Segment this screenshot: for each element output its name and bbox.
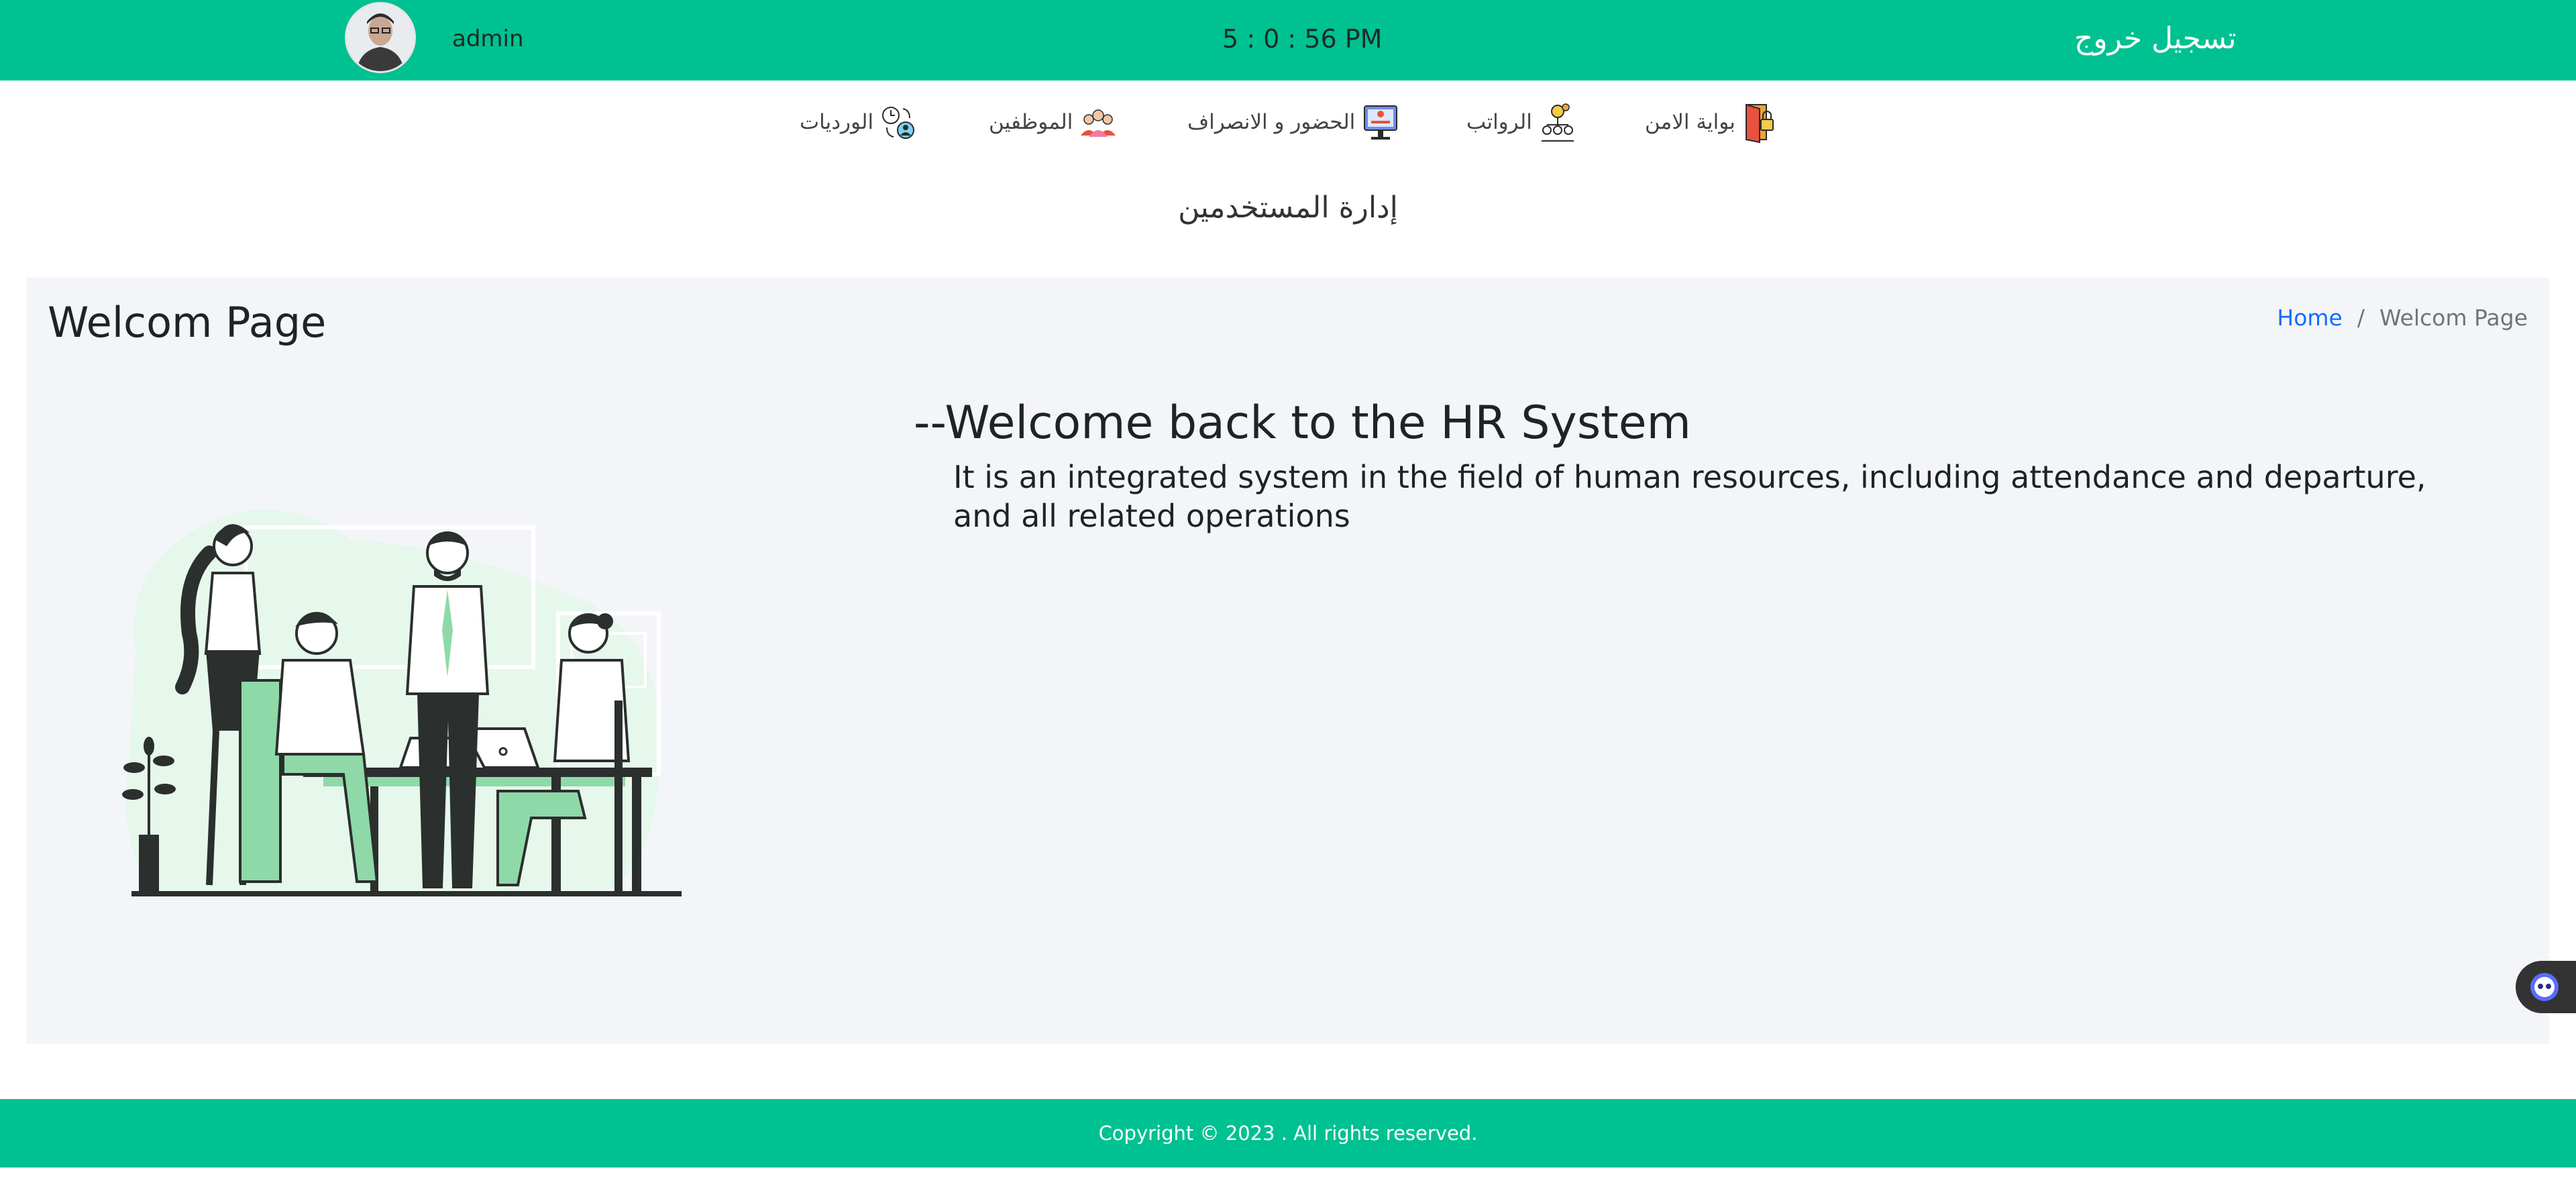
breadcrumb-separator: / <box>2357 305 2365 331</box>
employees-icon <box>1081 109 1116 137</box>
top-header: admin 5 : 0 : 56 PM تسجيل خروج <box>0 0 2576 81</box>
nav-item-shifts[interactable]: الورديات <box>800 99 918 145</box>
breadcrumb-home-link[interactable]: Home <box>2277 305 2342 331</box>
attendance-icon <box>1364 105 1398 140</box>
main-nav: بواية الامن الرواتب الحضور و الانصراف ال… <box>0 99 2576 145</box>
nav-item-label: الموظفين <box>989 110 1073 134</box>
nav-item-salaries[interactable]: الرواتب <box>1466 99 1576 145</box>
salaries-icon <box>1541 103 1574 142</box>
chat-widget-button[interactable] <box>2516 961 2576 1013</box>
avatar[interactable] <box>345 2 416 73</box>
shifts-icon <box>882 107 915 139</box>
nav-item-security-gate[interactable]: بواية الامن <box>1645 99 1780 145</box>
breadcrumb: Home / Welcom Page <box>2277 305 2528 331</box>
chat-bot-icon <box>2530 973 2559 1001</box>
nav-item-label: الورديات <box>800 110 874 134</box>
clock: 5 : 0 : 56 PM <box>1222 24 1383 54</box>
welcome-title: --Welcome back to the HR System <box>914 397 1691 450</box>
section-title: إدارة المستخدمين <box>1178 191 1398 225</box>
nav-item-label: بواية الامن <box>1645 110 1735 134</box>
nav-item-attendance[interactable]: الحضور و الانصراف <box>1187 99 1399 145</box>
page-title: Welcom Page <box>48 298 327 347</box>
security-door-icon <box>1745 103 1774 144</box>
content-panel: Welcom Page Home / Welcom Page --Welcome b… <box>26 278 2549 1044</box>
user-avatar-icon <box>347 4 414 71</box>
team-meeting-illustration <box>122 509 682 896</box>
nav-item-label: الرواتب <box>1466 110 1532 134</box>
copyright-text: Copyright © 2023 . All rights reserved. <box>1098 1122 1478 1145</box>
logout-link[interactable]: تسجيل خروج <box>2074 21 2237 56</box>
username: admin <box>452 25 524 52</box>
welcome-description: It is an integrated system in the field … <box>953 459 2426 534</box>
nav-item-label: الحضور و الانصراف <box>1187 110 1356 134</box>
footer: Copyright © 2023 . All rights reserved. <box>0 1099 2576 1168</box>
breadcrumb-current: Welcom Page <box>2379 305 2528 331</box>
nav-item-employees[interactable]: الموظفين <box>989 99 1117 145</box>
